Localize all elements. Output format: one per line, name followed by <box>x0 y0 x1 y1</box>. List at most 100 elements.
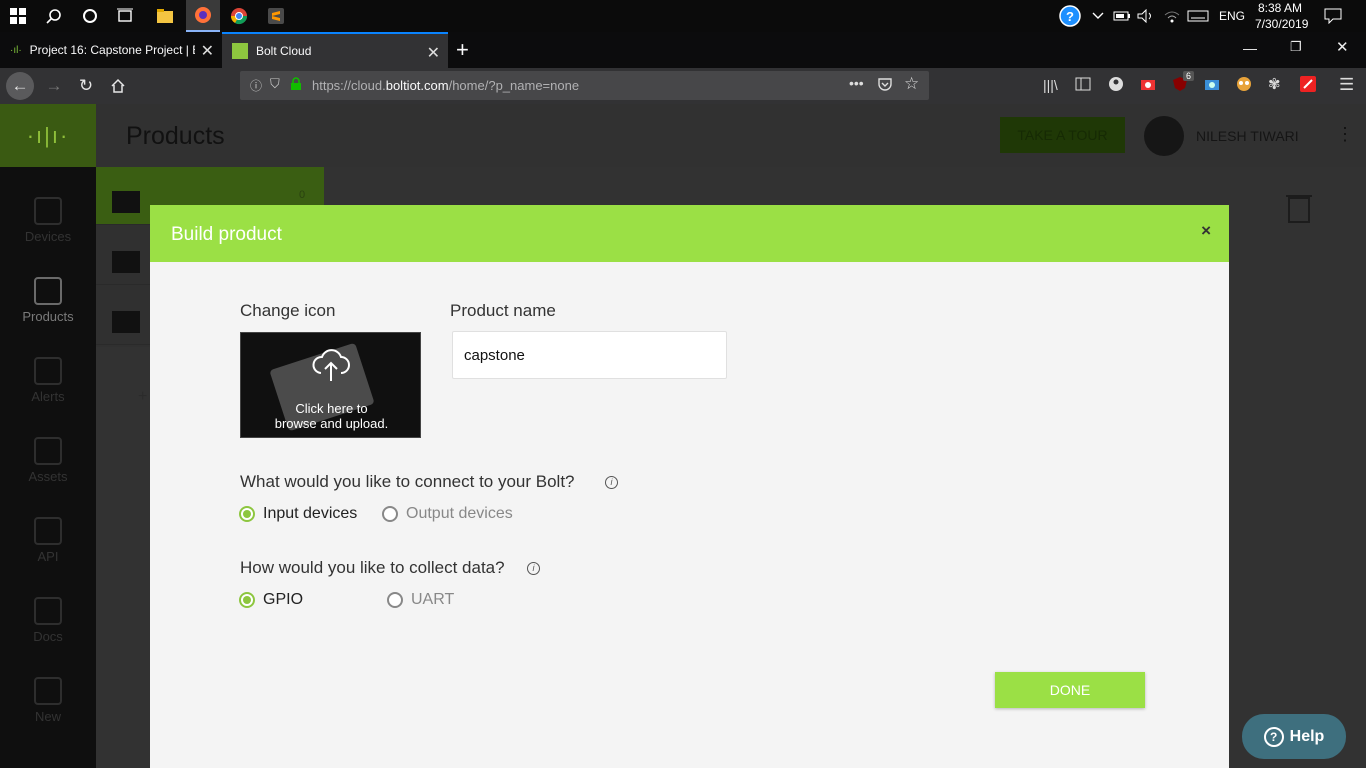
browser-nav-bar: ← → ↻ ⓘ ⛉ https://cloud.boltiot.com/home… <box>0 68 1366 104</box>
badge-count: 6 <box>1183 71 1195 81</box>
extension-pen-icon[interactable] <box>1300 76 1316 97</box>
wifi-icon[interactable] <box>1160 4 1184 28</box>
clock-time[interactable]: 8:38 AM <box>1258 1 1302 15</box>
question-icon: ? <box>1263 726 1284 747</box>
uart-radio[interactable] <box>387 592 403 608</box>
file-explorer-icon[interactable] <box>153 4 177 28</box>
windows-start-icon[interactable] <box>6 4 30 28</box>
battery-icon[interactable] <box>1110 4 1134 28</box>
sublime-text-icon[interactable] <box>264 4 288 28</box>
upload-hint: Click here to browse and upload. <box>241 401 420 431</box>
trash-icon[interactable] <box>1285 190 1313 229</box>
product-name-input[interactable] <box>452 331 727 379</box>
volume-icon[interactable] <box>1134 4 1158 28</box>
upload-hint-line1: Click here to <box>295 401 368 416</box>
docs-icon <box>34 597 62 625</box>
new-icon <box>34 677 62 705</box>
screenshot-icon[interactable] <box>1140 77 1156 96</box>
sidebar-item-label: Devices <box>24 229 72 244</box>
take-a-tour-button[interactable]: TAKE A TOUR <box>1000 117 1125 153</box>
list-count: 0 <box>299 189 306 201</box>
firefox-icon[interactable] <box>186 0 220 32</box>
bolt-logo-icon[interactable]: ·ı|ı· <box>0 104 96 167</box>
chrome-icon[interactable] <box>227 4 251 28</box>
help-tray-icon[interactable]: ? <box>1058 4 1082 28</box>
icon-upload-area[interactable]: Click here to browse and upload. <box>240 332 421 438</box>
input-devices-label[interactable]: Input devices <box>263 505 357 523</box>
search-icon[interactable] <box>42 4 66 28</box>
keyboard-icon[interactable] <box>1186 4 1210 28</box>
more-actions-icon[interactable]: ••• <box>849 75 864 91</box>
restore-icon[interactable]: ❐ <box>1290 39 1302 55</box>
reload-icon[interactable]: ↻ <box>72 72 100 100</box>
bookmark-star-icon[interactable]: ☆ <box>904 74 919 94</box>
lock-icon[interactable] <box>290 77 302 96</box>
info-icon[interactable]: i <box>527 562 540 575</box>
user-name[interactable]: NILESH TIWARI <box>1196 128 1299 144</box>
sidebar-toggle-icon[interactable] <box>1075 77 1091 96</box>
sidebar-item-api[interactable]: API <box>0 517 96 577</box>
help-button[interactable]: ? Help <box>1242 714 1346 759</box>
add-product-plus-icon[interactable]: + <box>138 388 147 406</box>
back-arrow-icon[interactable]: ← <box>6 72 34 100</box>
url-domain: boltiot.com <box>385 78 449 93</box>
app-header: Products TAKE A TOUR NILESH TIWARI ⋮ <box>96 104 1366 167</box>
window-close-icon[interactable]: ✕ <box>1336 38 1349 56</box>
cortana-icon[interactable] <box>78 4 102 28</box>
input-devices-radio[interactable] <box>239 506 255 522</box>
close-tab-icon[interactable]: ✕ <box>427 43 440 63</box>
sidebar-item-new[interactable]: New <box>0 677 96 737</box>
upload-hint-line2: browse and upload. <box>274 416 389 431</box>
bolt-favicon-icon <box>232 43 248 59</box>
extension-camera-icon[interactable] <box>1204 77 1220 96</box>
new-tab-plus-icon[interactable]: + <box>452 32 482 68</box>
output-devices-label[interactable]: Output devices <box>406 505 513 523</box>
home-icon[interactable] <box>104 72 132 100</box>
connect-question: What would you like to connect to your B… <box>240 472 575 491</box>
modal-title: Build product <box>171 224 282 245</box>
page-title: Products <box>126 122 225 150</box>
sidebar-item-products[interactable]: Products <box>0 277 96 337</box>
library-icon[interactable]: |||\ <box>1043 77 1058 93</box>
tab-bolt-cloud[interactable]: Bolt Cloud ✕ <box>222 32 448 68</box>
url-bar[interactable]: ⓘ ⛉ https://cloud.boltiot.com/home/?p_na… <box>240 71 929 100</box>
modal-close-icon[interactable]: × <box>1201 221 1211 241</box>
kebab-menu-icon[interactable]: ⋮ <box>1336 124 1354 145</box>
products-icon <box>34 277 62 305</box>
clock-date[interactable]: 7/30/2019 <box>1255 17 1308 31</box>
sidebar-item-devices[interactable]: Devices <box>0 197 96 257</box>
minimize-icon[interactable]: — <box>1243 40 1257 56</box>
avatar[interactable] <box>1144 116 1184 156</box>
forward-arrow-icon[interactable]: → <box>40 72 68 100</box>
sidebar-item-alerts[interactable]: Alerts <box>0 357 96 417</box>
tab-label: Bolt Cloud <box>256 44 312 58</box>
info-icon[interactable]: ⓘ <box>250 77 262 94</box>
gpio-label[interactable]: GPIO <box>263 591 303 609</box>
modal-header: Build product × <box>150 205 1229 262</box>
sidebar-item-label: Products <box>22 309 74 324</box>
sidebar-item-assets[interactable]: Assets <box>0 437 96 497</box>
language-indicator[interactable]: ENG <box>1219 9 1245 23</box>
sidebar-item-docs[interactable]: Docs <box>0 597 96 657</box>
chevron-up-icon[interactable] <box>1086 4 1110 28</box>
close-tab-icon[interactable]: ✕ <box>201 41 214 61</box>
alerts-icon <box>34 357 62 385</box>
pocket-icon[interactable] <box>877 76 893 97</box>
account-icon[interactable] <box>1108 76 1124 97</box>
extension-paw-icon[interactable]: ✾ <box>1268 75 1281 93</box>
uart-label[interactable]: UART <box>411 591 454 609</box>
hamburger-menu-icon[interactable]: ☰ <box>1339 75 1354 95</box>
task-view-icon[interactable] <box>113 4 137 28</box>
product-icon <box>112 191 140 213</box>
output-devices-radio[interactable] <box>382 506 398 522</box>
tab-capstone-project[interactable]: ·ıl· Project 16: Capstone Project | B ✕ <box>0 32 222 68</box>
gpio-radio[interactable] <box>239 592 255 608</box>
info-icon[interactable]: i <box>605 476 618 489</box>
notification-icon[interactable] <box>1321 4 1345 28</box>
app-sidebar: ·ı|ı· Devices Products Alerts Assets API… <box>0 104 96 768</box>
done-button[interactable]: DONE <box>995 672 1145 708</box>
sidebar-item-label: Alerts <box>31 389 65 404</box>
extension-face-icon[interactable] <box>1236 76 1252 97</box>
url-text[interactable]: https://cloud.boltiot.com/home/?p_name=n… <box>312 78 579 93</box>
shield-icon[interactable]: ⛉ <box>270 76 280 92</box>
